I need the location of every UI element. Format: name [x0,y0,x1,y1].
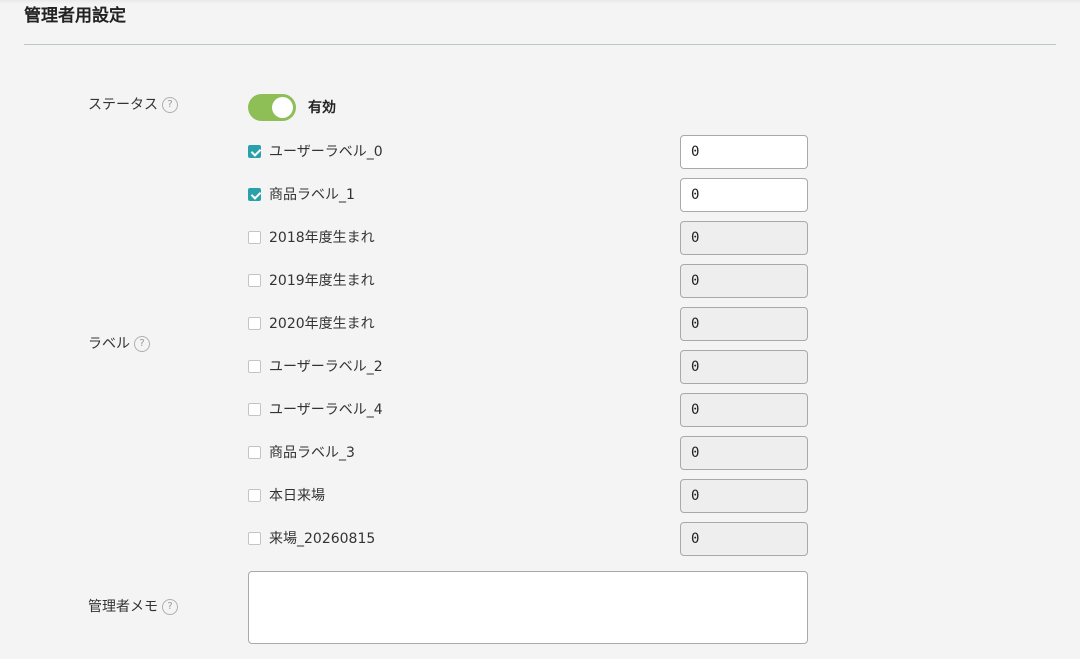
label-row: 商品ラベル_1 0 [248,178,808,212]
labels-row-label: ラベル ? [88,334,150,354]
label-row: 来場_20260815 0 [248,522,808,556]
label-row: 商品ラベル_3 0 [248,436,808,470]
label-row: 2020年度生まれ 0 [248,307,808,341]
label-checkbox-text[interactable]: 本日来場 [269,486,325,506]
label-checkbox[interactable] [248,317,261,330]
label-checkbox-text[interactable]: 商品ラベル_3 [269,443,355,463]
label-checkbox[interactable] [248,532,261,545]
label-value-input[interactable]: 0 [680,264,808,298]
label-value-input[interactable]: 0 [680,135,808,169]
help-icon[interactable]: ? [134,336,150,352]
label-row: ユーザーラベル_0 0 [248,135,808,169]
memo-label: 管理者メモ [88,599,158,615]
label-checkbox[interactable] [248,145,261,158]
section-divider [24,44,1056,45]
admin-memo-textarea[interactable] [248,571,808,644]
label-checkbox-text[interactable]: 2019年度生まれ [269,271,375,291]
memo-row-label: 管理者メモ ? [88,597,178,617]
label-checkbox-text[interactable]: 2020年度生まれ [269,314,375,334]
label-value-input[interactable]: 0 [680,307,808,341]
label-row: 2019年度生まれ 0 [248,264,808,298]
help-icon[interactable]: ? [162,599,178,615]
label-value-input[interactable]: 0 [680,522,808,556]
label-checkbox-text[interactable]: 商品ラベル_1 [269,185,355,205]
label-checkbox[interactable] [248,489,261,502]
label-value-input[interactable]: 0 [680,393,808,427]
label-value-input[interactable]: 0 [680,221,808,255]
label-value-input[interactable]: 0 [680,479,808,513]
label-checkbox-text[interactable]: ユーザーラベル_4 [269,400,383,420]
label-value-input[interactable]: 0 [680,350,808,384]
toggle-knob [272,97,293,118]
label-row: 本日来場 0 [248,479,808,513]
label-checkbox-text[interactable]: ユーザーラベル_0 [269,142,383,162]
label-checkbox[interactable] [248,403,261,416]
label-value-input[interactable]: 0 [680,436,808,470]
status-label: ステータス [88,97,158,113]
status-toggle-text: 有効 [308,100,336,116]
label-checkbox-text[interactable]: ユーザーラベル_2 [269,357,383,377]
status-row-label: ステータス ? [88,95,178,115]
label-checkbox[interactable] [248,446,261,459]
label-checkbox[interactable] [248,188,261,201]
label-value-input[interactable]: 0 [680,178,808,212]
section-title: 管理者用設定 [24,6,126,26]
top-shadow [0,0,1080,4]
label-row: ユーザーラベル_2 0 [248,350,808,384]
label-checkbox-text[interactable]: 来場_20260815 [269,529,375,549]
label-checkbox-text[interactable]: 2018年度生まれ [269,228,375,248]
help-icon[interactable]: ? [162,97,178,113]
label-checkbox[interactable] [248,231,261,244]
labels-label: ラベル [88,336,130,352]
status-toggle[interactable] [248,94,296,121]
label-row: 2018年度生まれ 0 [248,221,808,255]
label-checkbox[interactable] [248,360,261,373]
label-row: ユーザーラベル_4 0 [248,393,808,427]
label-checkbox[interactable] [248,274,261,287]
